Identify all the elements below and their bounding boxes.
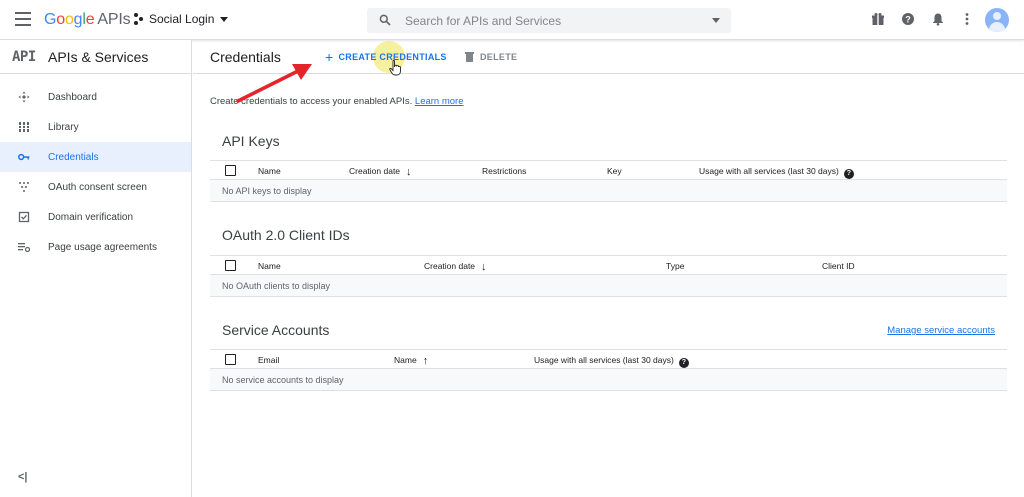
sidebar-item-page-usage-agreements[interactable]: Page usage agreements: [0, 232, 191, 262]
settings-list-icon: [18, 243, 30, 253]
main-content: Credentials + CREATE CREDENTIALS DELETE …: [193, 40, 1024, 497]
manage-service-accounts-link[interactable]: Manage service accounts: [887, 325, 995, 336]
select-all-checkbox[interactable]: [225, 165, 236, 176]
search-input[interactable]: [405, 12, 695, 29]
gift-icon[interactable]: [871, 12, 885, 26]
sidebar: API APIs & Services Dashboard Library Cr…: [0, 40, 192, 497]
column-name[interactable]: Name: [258, 166, 281, 176]
api-logo: API: [12, 49, 36, 65]
top-app-bar: GoogleAPIs Social Login ?: [0, 0, 1024, 40]
sidebar-item-library[interactable]: Library: [0, 112, 191, 142]
delete-button[interactable]: DELETE: [459, 46, 523, 68]
more-vert-icon[interactable]: [960, 12, 974, 26]
help-icon[interactable]: ?: [901, 12, 915, 26]
google-apis-logo[interactable]: Google APIs: [44, 11, 131, 29]
sidebar-item-oauth-consent[interactable]: OAuth consent screen: [0, 172, 191, 202]
page-title: Credentials: [210, 49, 281, 65]
column-usage[interactable]: Usage with all services (last 30 days)?: [699, 166, 854, 179]
help-icon[interactable]: ?: [678, 358, 689, 368]
sidebar-nav: Dashboard Library Credentials OAuth cons…: [0, 82, 191, 262]
sidebar-item-domain-verification[interactable]: Domain verification: [0, 202, 191, 232]
chevron-down-icon: [220, 16, 229, 22]
menu-icon[interactable]: [15, 12, 31, 26]
column-email[interactable]: Email: [258, 355, 279, 365]
table-header: Name Creation date ↓ Restrictions Key Usa…: [210, 160, 1007, 180]
column-creation-date[interactable]: Creation date ↓: [349, 166, 412, 178]
select-all-checkbox[interactable]: [225, 354, 236, 365]
column-client-id[interactable]: Client ID: [822, 261, 855, 271]
api-keys-title: API Keys: [222, 133, 280, 149]
page-toolbar: Credentials + CREATE CREDENTIALS DELETE: [193, 40, 1024, 76]
column-restrictions[interactable]: Restrictions: [482, 166, 526, 176]
table-header: Name Creation date ↓ Type Client ID: [210, 255, 1007, 275]
trash-icon: [465, 52, 474, 62]
service-accounts-title: Service Accounts: [222, 322, 330, 338]
hand-cursor-icon: [389, 60, 401, 76]
column-key[interactable]: Key: [607, 166, 622, 176]
delete-label: DELETE: [480, 52, 518, 62]
column-type[interactable]: Type: [666, 261, 684, 271]
column-usage[interactable]: Usage with all services (last 30 days)?: [534, 355, 689, 368]
dashboard-icon: [18, 91, 30, 103]
collapse-sidebar-icon[interactable]: <|: [18, 471, 28, 483]
learn-more-link[interactable]: Learn more: [415, 96, 464, 107]
domain-icon: [18, 211, 30, 223]
intro-text: Create credentials to access your enable…: [210, 96, 464, 107]
project-icon: [134, 13, 144, 25]
table-header: Email Name ↑ Usage with all services (las…: [210, 349, 1007, 369]
api-keys-table: Name Creation date ↓ Restrictions Key Usa…: [210, 160, 1007, 202]
key-icon: [18, 153, 30, 161]
select-all-checkbox[interactable]: [225, 260, 236, 271]
project-selector[interactable]: Social Login: [134, 12, 229, 26]
sort-ascending-icon: ↑: [422, 355, 429, 367]
create-credentials-button[interactable]: + CREATE CREDENTIALS: [317, 46, 455, 68]
oauth-clients-title: OAuth 2.0 Client IDs: [222, 227, 350, 243]
column-creation-date[interactable]: Creation date ↓: [424, 261, 487, 273]
search-dropdown-icon[interactable]: [712, 18, 720, 23]
svg-text:?: ?: [905, 15, 911, 25]
sort-descending-icon: ↓: [406, 166, 412, 178]
account-avatar[interactable]: [985, 8, 1009, 32]
empty-row: No API keys to display: [210, 180, 1007, 202]
empty-row: No OAuth clients to display: [210, 275, 1007, 297]
search-bar[interactable]: [367, 8, 731, 33]
help-icon[interactable]: ?: [843, 169, 854, 179]
empty-row: No service accounts to display: [210, 369, 1007, 391]
sort-descending-icon: ↓: [481, 261, 487, 273]
sidebar-title: APIs & Services: [48, 49, 149, 65]
sidebar-header: API APIs & Services: [0, 40, 191, 74]
service-accounts-table: Email Name ↑ Usage with all services (las…: [210, 349, 1007, 391]
oauth-clients-table: Name Creation date ↓ Type Client ID No OA…: [210, 255, 1007, 297]
consent-icon: [19, 182, 29, 192]
search-icon: [379, 14, 391, 26]
project-name: Social Login: [149, 12, 215, 26]
notifications-icon[interactable]: [931, 12, 945, 26]
column-name[interactable]: Name: [258, 261, 281, 271]
sidebar-item-dashboard[interactable]: Dashboard: [0, 82, 191, 112]
column-name[interactable]: Name ↑: [394, 355, 428, 367]
plus-icon: +: [325, 49, 334, 65]
sidebar-item-credentials[interactable]: Credentials: [0, 142, 191, 172]
library-icon: [18, 122, 30, 132]
